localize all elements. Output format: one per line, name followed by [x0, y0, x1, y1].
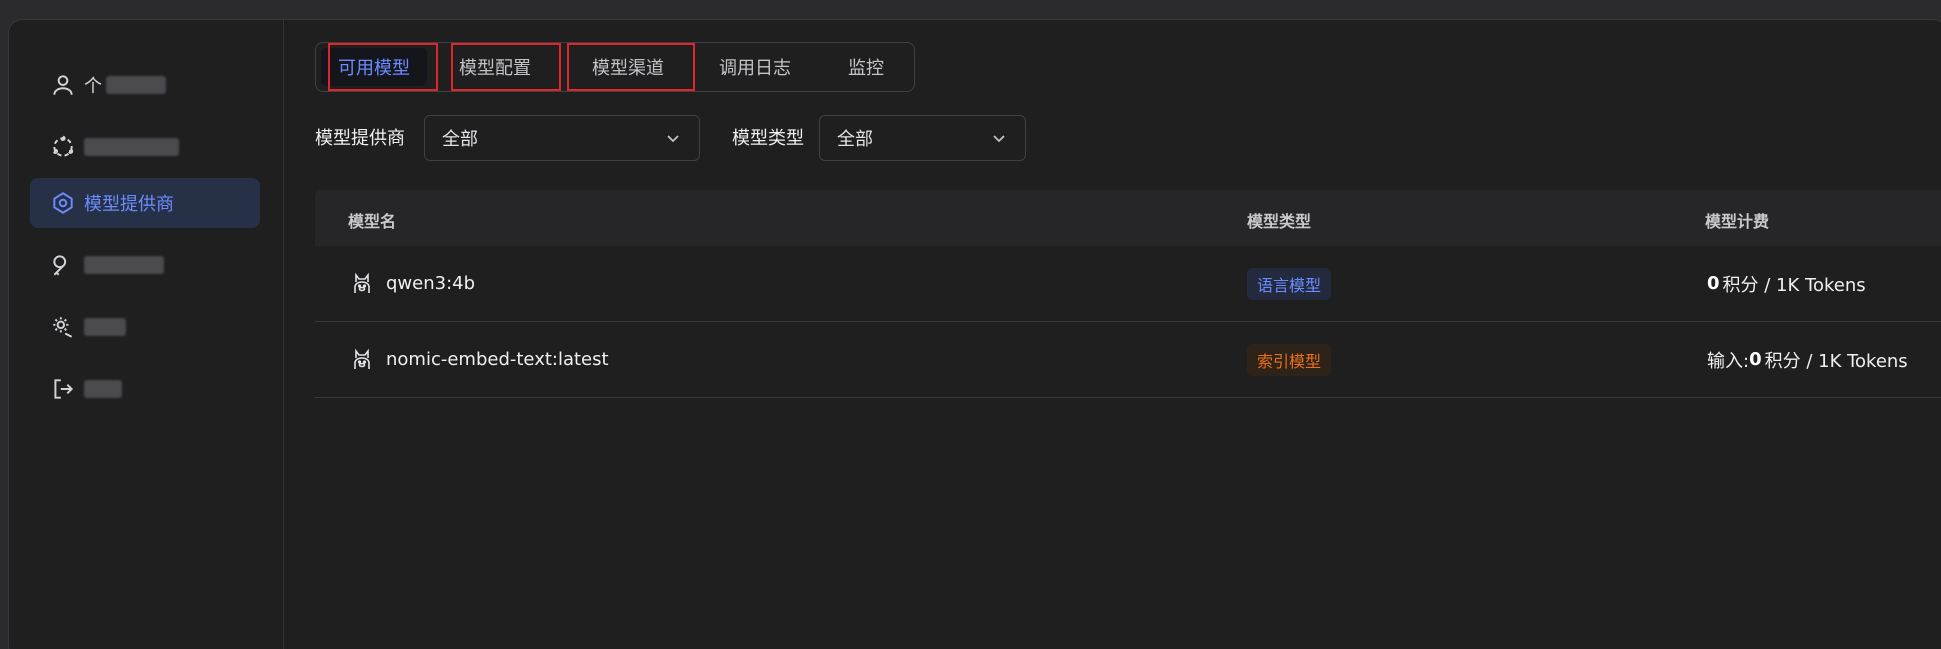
sidebar: 个 模型提供商 — [9, 20, 284, 649]
chevron-down-icon — [667, 135, 679, 143]
key-icon — [49, 251, 77, 279]
tab-available-models[interactable]: 可用模型 — [316, 43, 432, 91]
column-header-pricing: 模型计费 — [1705, 212, 1770, 231]
tab-call-logs[interactable]: 调用日志 — [694, 43, 816, 91]
llama-icon — [354, 348, 370, 369]
sidebar-item-settings[interactable] — [30, 302, 260, 352]
tab-bar: 可用模型 模型配置 模型渠道 调用日志 监控 — [315, 42, 915, 92]
app-window: 个 模型提供商 可用模型 模型配置 模型渠道 调用日志 监控 模型提供商 全部 … — [8, 19, 1941, 649]
model-type-badge: 索引模型 — [1247, 343, 1332, 376]
redacted-text — [106, 76, 166, 94]
tab-monitor[interactable]: 监控 — [816, 43, 916, 91]
redacted-text — [84, 138, 179, 156]
redacted-text — [84, 318, 126, 336]
column-header-type: 模型类型 — [1247, 212, 1312, 231]
price-value: 0 — [1707, 273, 1720, 294]
models-table: 模型名 模型类型 模型计费 qwen3:4b 语言模型 0 积分 / 1K To… — [315, 190, 1941, 398]
tab-model-config[interactable]: 模型配置 — [432, 43, 558, 91]
price-prefix: 输入: — [1707, 350, 1750, 372]
redacted-text — [84, 380, 122, 398]
price-unit: 积分 / 1K Tokens — [1764, 350, 1908, 372]
sidebar-item-logout[interactable] — [30, 364, 260, 414]
model-name: qwen3:4b — [386, 273, 476, 294]
sidebar-item-label: 个 — [84, 76, 102, 97]
sidebar-item-profile[interactable]: 个 — [30, 60, 260, 110]
sidebar-item-key[interactable] — [30, 240, 260, 290]
chevron-down-icon — [993, 135, 1005, 143]
provider-select-value: 全部 — [442, 129, 478, 150]
model-type-badge: 语言模型 — [1247, 267, 1332, 300]
redacted-text — [84, 256, 164, 274]
type-filter-label: 模型类型 — [732, 128, 804, 149]
provider-icon — [49, 189, 77, 217]
table-header: 模型名 模型类型 模型计费 — [315, 190, 1941, 246]
model-name: nomic-embed-text:latest — [386, 349, 609, 370]
user-icon — [49, 71, 77, 99]
sidebar-item-model-provider[interactable]: 模型提供商 — [30, 178, 260, 228]
type-select[interactable]: 全部 — [819, 115, 1026, 161]
logout-icon — [49, 375, 77, 403]
sidebar-item-label: 模型提供商 — [84, 194, 174, 215]
provider-filter-label: 模型提供商 — [315, 128, 405, 149]
tab-model-channels[interactable]: 模型渠道 — [566, 43, 690, 91]
column-header-name: 模型名 — [348, 212, 397, 231]
gear-hand-icon — [49, 313, 77, 341]
share-network-icon — [49, 133, 77, 161]
table-row[interactable]: nomic-embed-text:latest 索引模型 输入: 0 积分 / … — [315, 322, 1941, 398]
table-row[interactable]: qwen3:4b 语言模型 0 积分 / 1K Tokens — [315, 246, 1941, 322]
sidebar-item-account[interactable] — [30, 122, 260, 172]
price-unit: 积分 / 1K Tokens — [1722, 274, 1866, 296]
provider-select[interactable]: 全部 — [424, 115, 700, 161]
type-select-value: 全部 — [837, 129, 873, 150]
llama-icon — [354, 272, 370, 293]
price-value: 0 — [1749, 349, 1762, 370]
